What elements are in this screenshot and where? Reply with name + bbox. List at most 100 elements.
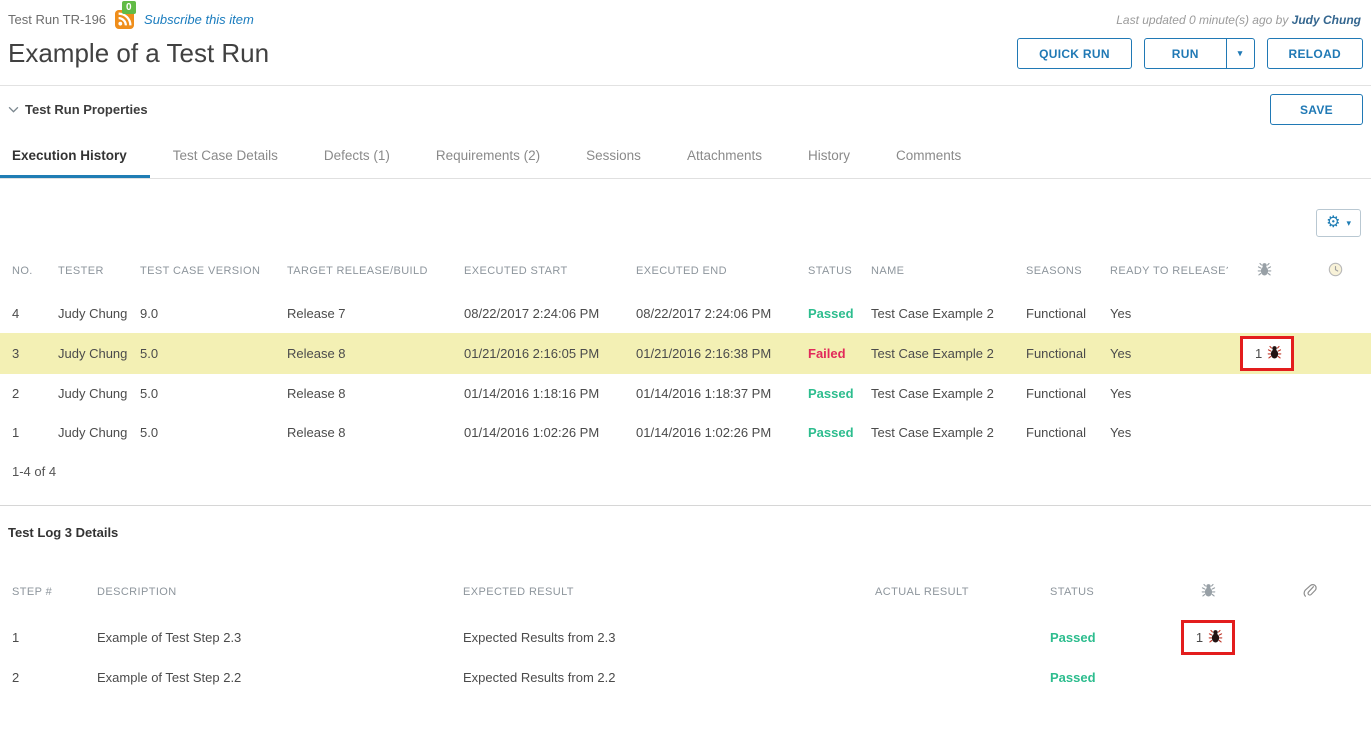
tab-defects[interactable]: Defects (1) [301, 133, 413, 178]
col-tester: TESTER [46, 243, 128, 294]
col-step-status: STATUS [1038, 542, 1168, 617]
last-updated-text: Last updated 0 minute(s) ago by [1116, 13, 1288, 27]
execution-row[interactable]: 1 Judy Chung 5.0 Release 8 01/14/2016 1:… [0, 413, 1371, 452]
save-button[interactable]: SAVE [1270, 94, 1363, 125]
tab-requirements[interactable]: Requirements (2) [413, 133, 563, 178]
pagination-text: 1-4 of 4 [0, 452, 1371, 505]
top-bar: Test Run TR-196 0 Subscribe this item La… [0, 0, 1371, 30]
table-settings-button[interactable]: ⚙ ▾ [1316, 209, 1361, 237]
cell-step-defects[interactable]: 1 [1168, 617, 1248, 658]
cell-elapsed [1300, 294, 1371, 333]
cell-ready: Yes [1098, 333, 1228, 374]
paperclip-icon [1302, 589, 1317, 601]
cell-start: 01/14/2016 1:18:16 PM [452, 374, 624, 413]
tab-history[interactable]: History [785, 133, 873, 178]
tab-test-case-details[interactable]: Test Case Details [150, 133, 301, 178]
col-executed-end: EXECUTED END [624, 243, 796, 294]
col-elapsed [1300, 243, 1371, 294]
cell-actual-result [863, 617, 1038, 658]
step-row[interactable]: 2 Example of Test Step 2.2 Expected Resu… [0, 658, 1371, 697]
status-badge: Passed [808, 306, 854, 321]
col-test-case-version: TEST CASE VERSION [128, 243, 275, 294]
title-row: Example of a Test Run QUICK RUN RUN ▾ RE… [0, 30, 1371, 85]
cell-no: 4 [0, 294, 46, 333]
last-updated-user[interactable]: Judy Chung [1292, 13, 1361, 27]
col-status: STATUS [796, 243, 859, 294]
tab-comments[interactable]: Comments [873, 133, 984, 178]
properties-collapse-toggle[interactable]: Test Run Properties [8, 102, 148, 117]
col-description: DESCRIPTION [85, 542, 451, 617]
test-log-steps-table: STEP # DESCRIPTION EXPECTED RESULT ACTUA… [0, 542, 1371, 697]
cell-name: Test Case Example 2 [859, 294, 1014, 333]
status-badge: Passed [1050, 670, 1096, 685]
item-label: Test Run TR-196 [8, 12, 106, 27]
col-target-release: TARGET RELEASE/BUILD [275, 243, 452, 294]
col-expected-result: EXPECTED RESULT [451, 542, 863, 617]
cell-version: 5.0 [128, 413, 275, 452]
execution-row-selected[interactable]: 3 Judy Chung 5.0 Release 8 01/21/2016 2:… [0, 333, 1371, 374]
tab-sessions[interactable]: Sessions [563, 133, 664, 178]
cell-elapsed [1300, 413, 1371, 452]
cell-seasons: Functional [1014, 374, 1098, 413]
execution-row[interactable]: 2 Judy Chung 5.0 Release 8 01/14/2016 1:… [0, 374, 1371, 413]
cell-tester: Judy Chung [46, 294, 128, 333]
cell-ready: Yes [1098, 374, 1228, 413]
bug-icon [1201, 582, 1216, 601]
cell-no: 1 [0, 413, 46, 452]
cell-start: 01/21/2016 2:16:05 PM [452, 333, 624, 374]
run-dropdown-button[interactable]: ▾ [1226, 38, 1255, 69]
defect-count[interactable]: 1 [1255, 346, 1262, 361]
run-split-button: RUN ▾ [1144, 38, 1255, 69]
table-toolbar: ⚙ ▾ [0, 179, 1371, 243]
status-badge: Passed [1050, 630, 1096, 645]
cell-end: 01/14/2016 1:02:26 PM [624, 413, 796, 452]
caret-down-icon: ▾ [1346, 218, 1351, 229]
cell-step-defects [1168, 658, 1248, 697]
cell-no: 3 [0, 333, 46, 374]
execution-history-table: NO. TESTER TEST CASE VERSION TARGET RELE… [0, 243, 1371, 452]
cell-release: Release 8 [275, 374, 452, 413]
cell-actual-result [863, 658, 1038, 697]
cell-step-number: 1 [0, 617, 85, 658]
cell-ready: Yes [1098, 294, 1228, 333]
col-name: NAME [859, 243, 1014, 294]
cell-start: 01/14/2016 1:02:26 PM [452, 413, 624, 452]
col-step-number: STEP # [0, 542, 85, 617]
cell-tester: Judy Chung [46, 374, 128, 413]
cell-description: Example of Test Step 2.3 [85, 617, 451, 658]
execution-table-header-row: NO. TESTER TEST CASE VERSION TARGET RELE… [0, 243, 1371, 294]
cell-ready: Yes [1098, 413, 1228, 452]
cell-elapsed [1300, 333, 1371, 374]
run-button[interactable]: RUN [1144, 38, 1227, 69]
properties-bar: Test Run Properties SAVE [0, 85, 1371, 133]
cell-defects [1228, 413, 1300, 452]
cell-defects[interactable]: 1 [1228, 333, 1300, 374]
col-step-defects [1168, 542, 1248, 617]
cell-seasons: Functional [1014, 413, 1098, 452]
reload-button[interactable]: RELOAD [1267, 38, 1363, 69]
steps-table-header-row: STEP # DESCRIPTION EXPECTED RESULT ACTUA… [0, 542, 1371, 617]
cell-tester: Judy Chung [46, 333, 128, 374]
rss-feed-button[interactable]: 0 [115, 10, 135, 30]
cell-name: Test Case Example 2 [859, 374, 1014, 413]
cell-step-attachments [1248, 658, 1371, 697]
cell-release: Release 7 [275, 294, 452, 333]
tab-execution-history[interactable]: Execution History [0, 133, 150, 178]
clock-icon [1328, 268, 1343, 280]
gear-icon: ⚙ [1326, 215, 1340, 231]
cell-end: 01/21/2016 2:16:38 PM [624, 333, 796, 374]
top-left: Test Run TR-196 0 Subscribe this item [8, 10, 254, 30]
cell-step-number: 2 [0, 658, 85, 697]
status-badge: Passed [808, 425, 854, 440]
cell-tester: Judy Chung [46, 413, 128, 452]
execution-row[interactable]: 4 Judy Chung 9.0 Release 7 08/22/2017 2:… [0, 294, 1371, 333]
subscribe-link[interactable]: Subscribe this item [144, 12, 254, 27]
step-row[interactable]: 1 Example of Test Step 2.3 Expected Resu… [0, 617, 1371, 658]
cell-no: 2 [0, 374, 46, 413]
status-badge: Passed [808, 386, 854, 401]
tab-attachments[interactable]: Attachments [664, 133, 785, 178]
defect-count[interactable]: 1 [1196, 630, 1203, 645]
chevron-down-icon [8, 106, 19, 113]
quick-run-button[interactable]: QUICK RUN [1017, 38, 1132, 69]
col-no: NO. [0, 243, 46, 294]
